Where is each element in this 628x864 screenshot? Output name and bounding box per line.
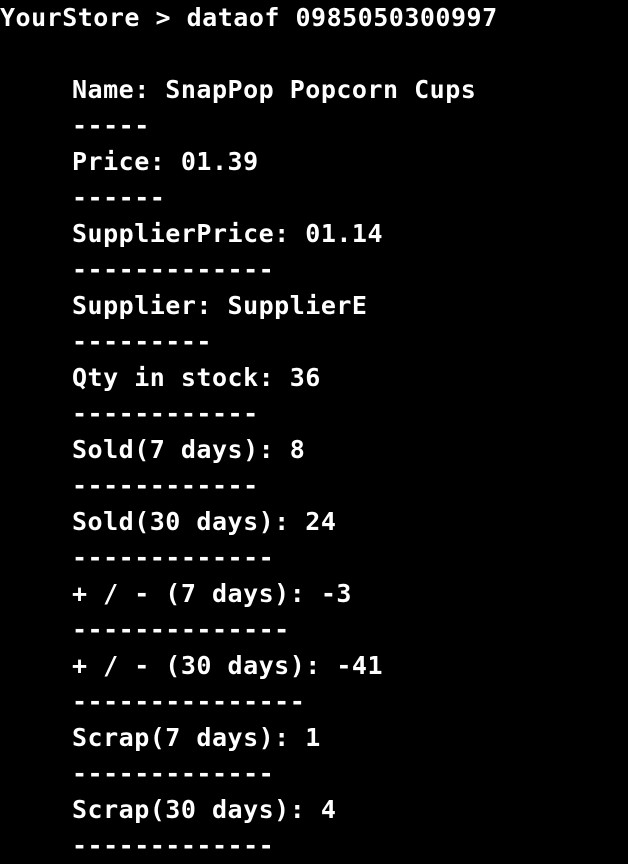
supplier-price-line: SupplierPrice: 01.14 [72, 219, 384, 248]
separator-line: ------------ [72, 399, 259, 428]
scrap-7-days-line: Scrap(7 days): 1 [72, 723, 321, 752]
sold-30-days-line: Sold(30 days): 24 [72, 507, 337, 536]
separator-line: --------------- [72, 687, 306, 716]
separator-line: ------------ [72, 471, 259, 500]
separator-line: ------------- [72, 543, 275, 572]
product-data-output: Name: SnapPop Popcorn Cups ----- Price: … [72, 72, 476, 864]
separator-line: ------------- [72, 759, 275, 788]
separator-line: ------------- [72, 831, 275, 860]
change-7-days-line: + / - (7 days): -3 [72, 579, 352, 608]
price-line: Price: 01.39 [72, 147, 259, 176]
separator-line: ----- [72, 111, 150, 140]
qty-in-stock-line: Qty in stock: 36 [72, 363, 321, 392]
separator-line: ------ [72, 183, 166, 212]
product-name-line: Name: SnapPop Popcorn Cups [72, 75, 477, 104]
terminal-window[interactable]: YourStore > dataof 0985050300997 Name: S… [0, 0, 628, 860]
separator-line: -------------- [72, 615, 290, 644]
separator-line: ------------- [72, 255, 275, 284]
supplier-line: Supplier: SupplierE [72, 291, 368, 320]
change-30-days-line: + / - (30 days): -41 [72, 651, 384, 680]
separator-line: --------- [72, 327, 212, 356]
sold-7-days-line: Sold(7 days): 8 [72, 435, 306, 464]
command-prompt-line: YourStore > dataof 0985050300997 [0, 3, 498, 32]
scrap-30-days-line: Scrap(30 days): 4 [72, 795, 337, 824]
